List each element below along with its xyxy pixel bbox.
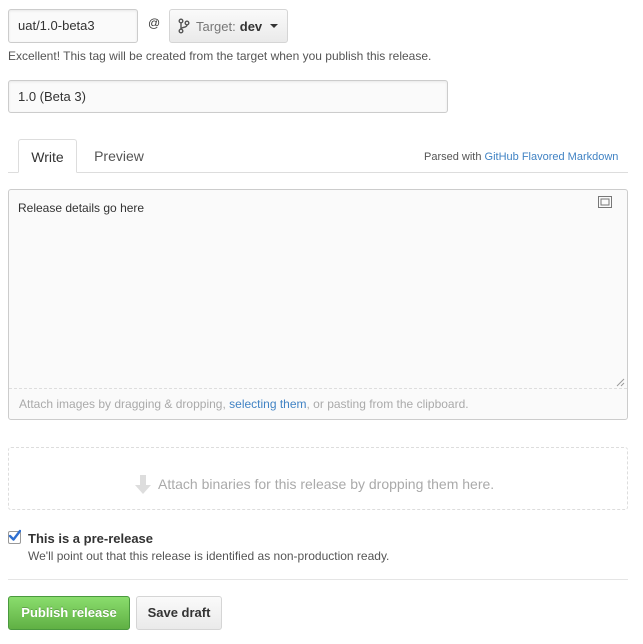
attach-images-text: Attach images by dragging & dropping, se… (19, 397, 469, 411)
down-arrow-icon (134, 474, 152, 496)
form-divider (8, 579, 628, 580)
checkmark-icon (8, 529, 21, 541)
tab-write[interactable]: Write (18, 139, 77, 173)
prerelease-checkbox[interactable] (8, 529, 21, 544)
prerelease-label[interactable]: This is a pre-release (28, 531, 153, 546)
release-body-text: Release details go here (18, 201, 145, 215)
tab-preview[interactable]: Preview (80, 139, 158, 173)
resize-grip-icon[interactable] (615, 375, 625, 387)
markdown-help-link[interactable]: GitHub Flavored Markdown (485, 151, 619, 163)
tag-help-text: Excellent! This tag will be created from… (8, 49, 432, 63)
prerelease-note: We'll point out that this release is ide… (28, 549, 390, 563)
select-files-link[interactable]: selecting them (229, 397, 306, 411)
target-branch-dropdown[interactable]: Target: dev (169, 9, 288, 43)
save-draft-button[interactable]: Save draft (136, 596, 222, 630)
target-branch-name: dev (239, 18, 263, 34)
release-title-input[interactable]: 1.0 (Beta 3) (8, 80, 448, 113)
fullscreen-icon[interactable] (597, 195, 613, 209)
git-branch-icon (178, 18, 190, 34)
release-body-editor[interactable] (8, 189, 628, 420)
markdown-note: Parsed with GitHub Flavored Markdown (424, 151, 618, 163)
tag-name-input[interactable]: uat/1.0-beta3 (8, 9, 138, 43)
markdown-note-prefix: Parsed with (424, 151, 485, 163)
chevron-down-icon (270, 24, 279, 28)
at-symbol: @ (148, 16, 161, 30)
attach-images-before: Attach images by dragging & dropping, (19, 397, 230, 411)
binaries-dropzone-text: Attach binaries for this release by drop… (158, 476, 495, 492)
publish-release-button[interactable]: Publish release (8, 596, 130, 630)
target-prefix: Target: (196, 18, 236, 34)
attach-images-after: , or pasting from the clipboard. (306, 397, 469, 411)
